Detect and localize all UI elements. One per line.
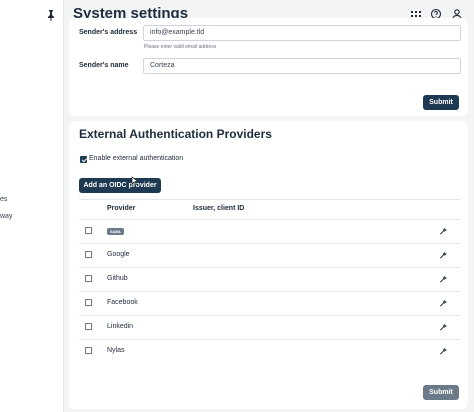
sidebar-item-1[interactable]: es	[0, 196, 7, 203]
column-header-provider: Provider	[107, 205, 136, 212]
enable-external-auth-label: Enable external authentication	[89, 155, 184, 162]
sender-name-input[interactable]: Corteza	[143, 58, 461, 74]
provider-name: Github	[107, 275, 128, 282]
email-submit-button[interactable]: Submit	[423, 95, 459, 110]
sidebar-item-2[interactable]: way	[0, 213, 12, 220]
sender-address-input[interactable]: info@example.tld	[143, 25, 461, 41]
row-checkbox[interactable]	[85, 299, 92, 306]
provider-name: Facebook	[107, 299, 138, 306]
provider-name: Google	[107, 251, 130, 258]
sender-name-label: Sender's name	[79, 62, 129, 69]
column-header-issuer: Issuer, client ID	[193, 205, 245, 212]
external-auth-card: External Authentication Providers Enable…	[69, 121, 468, 409]
row-checkbox[interactable]	[85, 227, 92, 234]
row-checkbox[interactable]	[85, 275, 92, 282]
table-row: Linkedin	[79, 315, 461, 339]
wrench-icon[interactable]	[439, 347, 447, 355]
sidebar: es way	[0, 0, 64, 412]
table-row: Facebook	[79, 291, 461, 315]
table-divider	[79, 199, 461, 200]
table-row: Nylas	[79, 339, 461, 363]
external-auth-title: External Authentication Providers	[79, 127, 272, 141]
pin-icon[interactable]	[46, 9, 56, 21]
provider-name: Nylas	[107, 347, 125, 354]
table-row: Github	[79, 267, 461, 291]
wrench-icon[interactable]	[439, 299, 447, 307]
sender-address-help: Please enter valid email address	[144, 44, 217, 50]
wrench-icon[interactable]	[439, 323, 447, 331]
row-checkbox[interactable]	[85, 323, 92, 330]
table-row: SAML	[79, 219, 461, 243]
external-auth-submit-button[interactable]: Submit	[423, 385, 459, 400]
row-checkbox[interactable]	[85, 347, 92, 354]
sender-address-label: Sender's address	[79, 29, 138, 36]
wrench-icon[interactable]	[439, 227, 447, 235]
table-row: Google	[79, 243, 461, 267]
wrench-icon[interactable]	[439, 275, 447, 283]
enable-external-auth-checkbox[interactable]	[80, 156, 87, 163]
row-checkbox[interactable]	[85, 251, 92, 258]
mouse-cursor-icon	[131, 176, 139, 186]
provider-name: Linkedin	[107, 323, 134, 330]
wrench-icon[interactable]	[439, 251, 447, 259]
add-oidc-provider-button[interactable]: Add an OIDC provider	[79, 178, 161, 193]
saml-badge: SAML	[107, 228, 125, 235]
email-settings-card: Sender's address info@example.tld Please…	[69, 18, 468, 116]
